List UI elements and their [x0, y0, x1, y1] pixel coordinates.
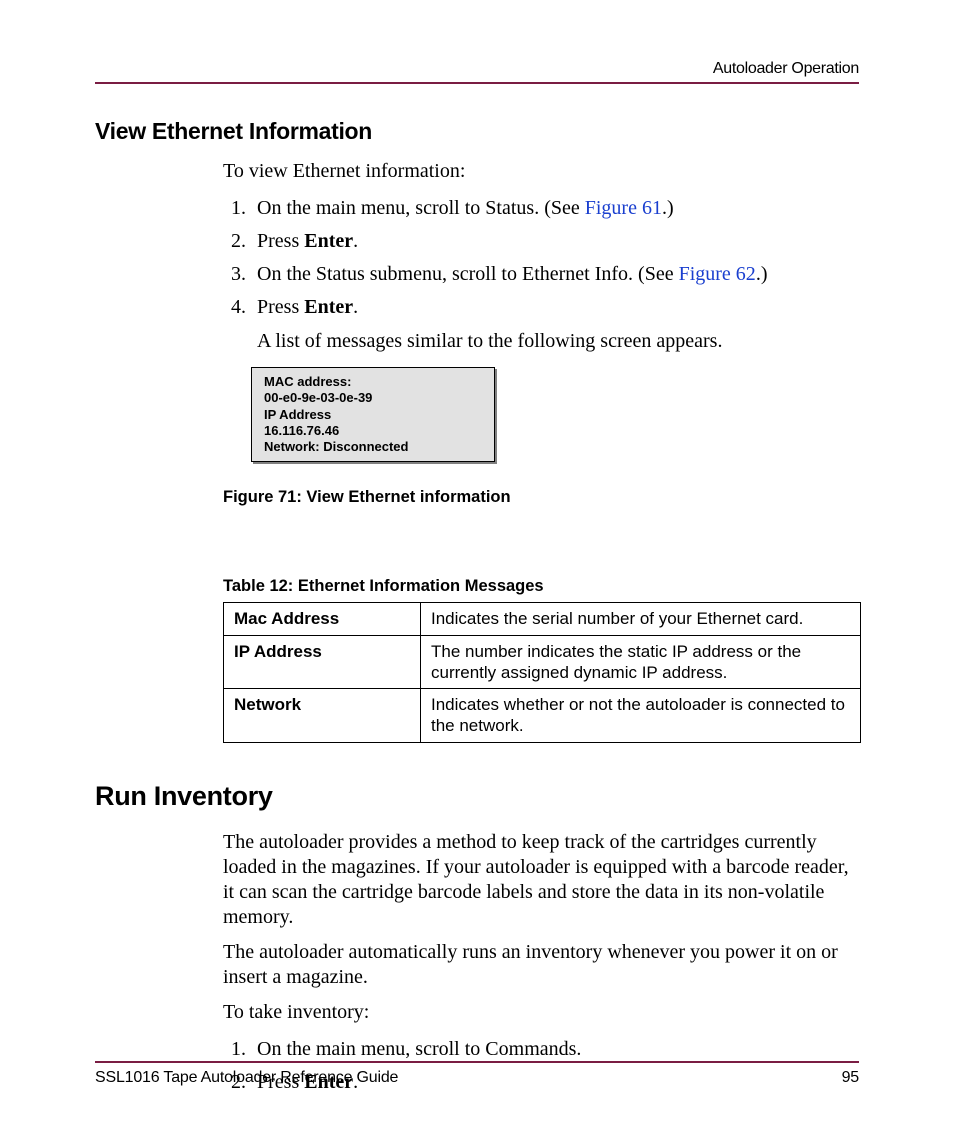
ethernet-steps: On the main menu, scroll to Status. (See…: [223, 194, 859, 322]
page-number: 95: [842, 1069, 859, 1087]
step-text: On the main menu, scroll to Status. (See: [257, 197, 585, 219]
step-text: .): [756, 263, 768, 285]
body-paragraph: The autoloader provides a method to keep…: [223, 830, 859, 930]
heading-view-ethernet: View Ethernet Information: [95, 118, 859, 145]
link-figure-62[interactable]: Figure 62: [679, 263, 756, 285]
page-footer: SSL1016 Tape Autoloader Reference Guide …: [95, 1061, 859, 1087]
table-row: Mac Address Indicates the serial number …: [224, 603, 861, 635]
body-paragraph: To take inventory:: [223, 1000, 859, 1025]
step-item: On the main menu, scroll to Status. (See…: [251, 194, 859, 223]
step-text: .: [353, 230, 358, 252]
table-row: IP Address The number indicates the stat…: [224, 635, 861, 689]
step-item: Press Enter.: [251, 227, 859, 256]
table-caption: Table 12: Ethernet Information Messages: [223, 577, 859, 596]
step-item: Press Enter.: [251, 293, 859, 322]
lcd-line: Network: Disconnected: [264, 439, 482, 455]
table-value: Indicates the serial number of your Ethe…: [421, 603, 861, 635]
header-rule: [95, 82, 859, 84]
step-keyword: Enter: [304, 230, 353, 252]
table-key: IP Address: [224, 635, 421, 689]
link-figure-61[interactable]: Figure 61: [585, 197, 662, 219]
intro-text: To view Ethernet information:: [223, 159, 859, 184]
lcd-line: 00-e0-9e-03-0e-39: [264, 390, 482, 406]
body-paragraph: The autoloader automatically runs an inv…: [223, 940, 859, 990]
lcd-line: 16.116.76.46: [264, 423, 482, 439]
table-value: The number indicates the static IP addre…: [421, 635, 861, 689]
table-value: Indicates whether or not the autoloader …: [421, 689, 861, 743]
running-header: Autoloader Operation: [95, 60, 859, 78]
footer-rule: [95, 1061, 859, 1063]
table-row: Network Indicates whether or not the aut…: [224, 689, 861, 743]
table-key: Mac Address: [224, 603, 421, 635]
heading-run-inventory: Run Inventory: [95, 781, 859, 812]
ethernet-info-table: Mac Address Indicates the serial number …: [223, 602, 861, 742]
table-key: Network: [224, 689, 421, 743]
step-text: .): [662, 197, 674, 219]
step-text: On the main menu, scroll to Commands.: [257, 1038, 581, 1060]
step-text: Press: [257, 230, 304, 252]
step-item: On the Status submenu, scroll to Etherne…: [251, 260, 859, 289]
step-item: On the main menu, scroll to Commands.: [251, 1035, 859, 1064]
step-text: Press: [257, 296, 304, 318]
step-text: .: [353, 296, 358, 318]
figure-caption: Figure 71: View Ethernet information: [223, 488, 859, 507]
step-text: On the Status submenu, scroll to Etherne…: [257, 263, 679, 285]
footer-title: SSL1016 Tape Autoloader Reference Guide: [95, 1069, 398, 1087]
lcd-screen: MAC address: 00-e0-9e-03-0e-39 IP Addres…: [251, 367, 495, 462]
lcd-line: MAC address:: [264, 374, 482, 390]
step-note: A list of messages similar to the follow…: [257, 330, 859, 353]
step-keyword: Enter: [304, 296, 353, 318]
lcd-line: IP Address: [264, 407, 482, 423]
